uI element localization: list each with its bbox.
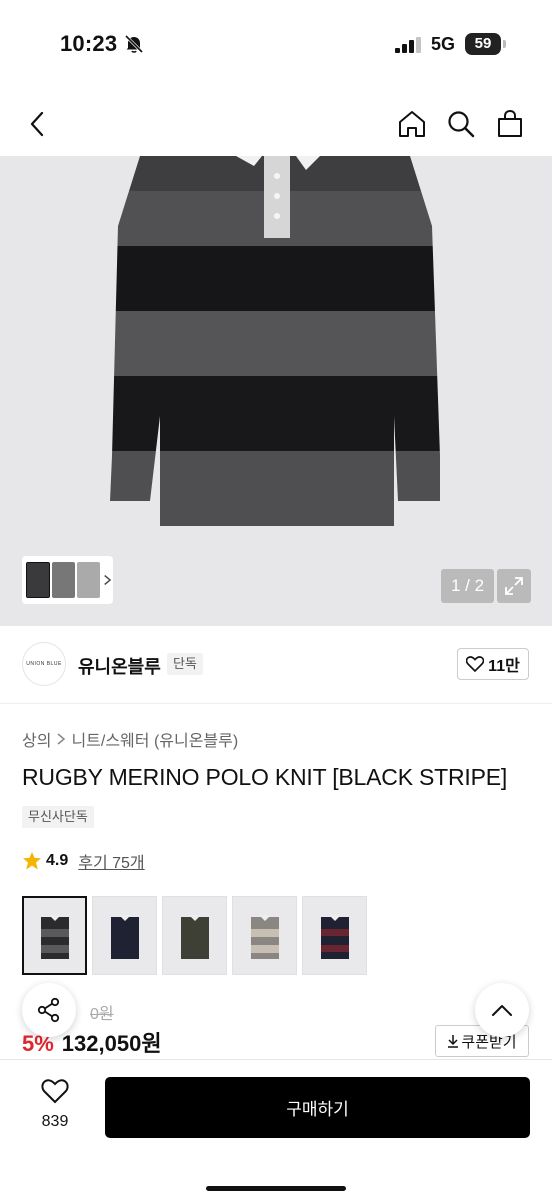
swatch-image	[180, 914, 209, 959]
expand-icon	[505, 577, 523, 595]
expand-button[interactable]	[497, 569, 531, 603]
bell-off-icon	[124, 34, 144, 54]
chevron-right-icon	[104, 574, 112, 586]
thumbnail-1[interactable]	[26, 562, 50, 598]
breadcrumb: 상의 니트/스웨터 (유니온블루)	[22, 727, 238, 751]
bag-icon	[498, 109, 522, 137]
thumbnail-3[interactable]	[76, 562, 101, 598]
battery-icon: 59	[465, 33, 501, 55]
breadcrumb-subcategory[interactable]: 니트/스웨터 (유니온블루)	[71, 727, 238, 751]
brand-like-button[interactable]: 11만	[457, 648, 529, 680]
brand-name[interactable]: 유니온블루	[78, 653, 161, 679]
swatch-image	[320, 914, 349, 959]
brand-row: UNION BLUE 유니온블루 단독 11만	[0, 626, 552, 704]
download-icon	[448, 1035, 459, 1048]
chevron-left-icon	[30, 111, 44, 137]
sale-price: 132,050원	[61, 1031, 162, 1056]
product-image-carousel[interactable]: 1 / 2	[0, 156, 552, 626]
brand-logo[interactable]: UNION BLUE	[22, 642, 66, 686]
status-time: 10:23	[60, 31, 118, 56]
network-type: 5G	[431, 34, 456, 54]
image-counter: 1 / 2	[441, 569, 494, 603]
cart-button[interactable]	[490, 104, 530, 144]
search-button[interactable]	[441, 104, 481, 144]
wishlist-button[interactable]: 839	[30, 1078, 80, 1131]
breadcrumb-category[interactable]: 상의	[22, 727, 51, 751]
original-price: 0원	[90, 1006, 114, 1023]
buy-button[interactable]: 구매하기	[105, 1077, 530, 1138]
battery-tip	[503, 40, 506, 48]
top-nav	[0, 92, 552, 156]
search-icon	[448, 111, 475, 138]
rating-value: 4.9	[46, 852, 69, 869]
share-icon	[37, 997, 60, 1023]
home-indicator	[206, 1186, 346, 1191]
color-swatch-navy[interactable]	[92, 896, 157, 975]
rating-row: 4.9 후기 75개	[22, 849, 145, 873]
status-bar: 10:23 5G 59	[0, 0, 552, 92]
product-title: RUGBY MERINO POLO KNIT [BLACK STRIPE]	[22, 764, 508, 790]
home-icon	[399, 111, 425, 137]
share-button[interactable]	[22, 983, 76, 1037]
exclusive-badge: 무신사단독	[22, 806, 94, 828]
scroll-top-button[interactable]	[475, 983, 529, 1037]
wishlist-count: 839	[41, 1113, 69, 1130]
thumbnail-strip[interactable]	[22, 556, 113, 604]
star-icon	[23, 852, 41, 870]
chevron-up-icon	[492, 1005, 512, 1016]
exclusive-tag: 단독	[167, 653, 203, 675]
review-link[interactable]: 후기 75개	[78, 849, 144, 873]
swatch-image	[250, 914, 279, 959]
thumbnail-2[interactable]	[51, 562, 75, 598]
bottom-bar: 839 구매하기	[0, 1059, 552, 1200]
color-swatch-khaki[interactable]	[162, 896, 227, 975]
signal-icon	[395, 37, 421, 53]
color-swatch-black-stripe[interactable]	[22, 896, 87, 975]
like-count: 11만	[488, 658, 520, 675]
swatch-image	[110, 914, 139, 959]
heart-icon	[41, 1079, 69, 1104]
home-button[interactable]	[392, 104, 432, 144]
color-swatches	[22, 896, 367, 975]
color-swatch-burgundy-stripe[interactable]	[302, 896, 367, 975]
heart-icon	[466, 656, 485, 672]
swatch-image	[40, 914, 69, 959]
chevron-right-icon	[57, 733, 66, 745]
back-button[interactable]	[18, 104, 58, 144]
color-swatch-grey-beige[interactable]	[232, 896, 297, 975]
